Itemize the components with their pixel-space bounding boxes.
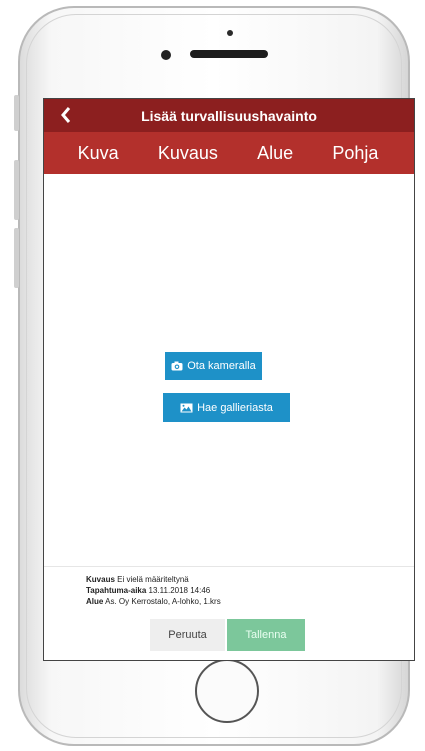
summary-area-row: Alue As. Oy Kerrostalo, A-lohko, 1.krs [86, 596, 221, 607]
summary-time-value: 13.11.2018 14:46 [148, 586, 211, 595]
title-bar: Lisää turvallisuushavainto [44, 99, 414, 132]
summary-time-key: Tapahtuma-aika [86, 586, 147, 595]
app-screen: Lisää turvallisuushavainto Kuva Kuvaus A… [43, 98, 415, 661]
side-button [14, 228, 19, 288]
take-photo-label: Ota kameralla [187, 360, 256, 372]
summary-description-key: Kuvaus [86, 575, 115, 584]
summary-time-row: Tapahtuma-aika 13.11.2018 14:46 [86, 585, 221, 596]
summary-block: Kuvaus Ei vielä määriteltynä Tapahtuma-a… [86, 574, 221, 607]
side-button [14, 95, 19, 131]
tab-alue[interactable]: Alue [257, 143, 293, 164]
earpiece-speaker [190, 50, 268, 58]
divider [44, 566, 414, 567]
pick-from-gallery-label: Hae gallieriasta [197, 401, 273, 414]
camera-icon [171, 361, 183, 371]
summary-description-row: Kuvaus Ei vielä määriteltynä [86, 574, 221, 585]
side-button [14, 160, 19, 220]
take-photo-button[interactable]: Ota kameralla [165, 352, 262, 380]
summary-area-key: Alue [86, 597, 104, 606]
image-icon [180, 403, 193, 413]
page-title: Lisää turvallisuushavainto [141, 108, 317, 124]
save-button[interactable]: Tallenna [227, 619, 305, 651]
summary-description-value: Ei vielä määriteltynä [117, 575, 189, 584]
tab-kuvaus[interactable]: Kuvaus [158, 143, 218, 164]
tab-kuva[interactable]: Kuva [78, 143, 119, 164]
front-camera [161, 50, 171, 60]
tab-pohja[interactable]: Pohja [332, 143, 378, 164]
home-button[interactable] [195, 659, 259, 723]
sensor-dot [227, 30, 233, 36]
pick-from-gallery-button[interactable]: Hae gallieriasta [163, 393, 290, 422]
content-area: Ota kameralla Hae gallieriasta Kuvaus Ei… [44, 174, 414, 660]
tab-bar: Kuva Kuvaus Alue Pohja [44, 132, 414, 174]
summary-area-value: As. Oy Kerrostalo, A-lohko, 1.krs [105, 597, 221, 606]
cancel-button[interactable]: Peruuta [150, 619, 225, 651]
